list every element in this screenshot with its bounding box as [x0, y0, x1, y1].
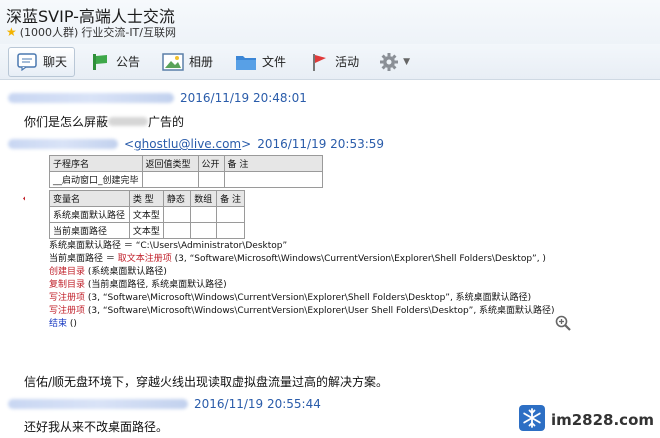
message-time: 2016/11/19 20:48:01 [180, 91, 307, 105]
code-text: (3, “Software\Microsoft\Windows\CurrentV… [85, 306, 555, 316]
code-keyword: 取文本注册项 [117, 254, 172, 264]
tab-announcement[interactable]: 公告 [81, 47, 148, 77]
message-text-part: 你们是怎么屏蔽 [24, 115, 109, 129]
group-toolbar: 聊天 公告 相册 文件 活动 ▼ [0, 44, 660, 80]
table-row: 系统桌面默认路径 文本型 [49, 206, 245, 223]
code-keyword: 创建目录 [49, 267, 86, 277]
snowflake-logo-icon [518, 405, 545, 434]
table-cell [190, 206, 218, 223]
tab-events[interactable]: 活动 [300, 47, 367, 77]
member-count: (1000人群) [19, 26, 79, 39]
table-header: 返回值类型 [141, 155, 199, 172]
code-text: (系统桌面默认路径) [85, 267, 167, 277]
message-sender-line: 2016/11/19 20:55:44 [8, 397, 321, 411]
flag-icon [308, 52, 330, 72]
table-cell: 当前桌面路径 [49, 222, 130, 239]
table-header: 数组 [190, 190, 218, 207]
message-image[interactable]: 子程序名 返回值类型 公开 备 注 __启动窗口_创建完毕 变量名 类 型 静态… [25, 152, 579, 408]
table-cell: 系统桌面默认路径 [49, 206, 130, 223]
table-cell [141, 171, 199, 188]
code-line: 复制目录 (当前桌面路径, 系统桌面默认路径) [49, 277, 227, 290]
tab-events-label: 活动 [335, 55, 360, 69]
code-text: (当前桌面路径, 系统桌面默认路径) [85, 280, 227, 290]
code-line: 系统桌面默认路径 ＝ “C:\Users\Administrator\Deskt… [49, 241, 288, 251]
message-time: 2016/11/19 20:55:44 [194, 397, 321, 411]
code-text: () [67, 319, 77, 329]
code-keyword: 复制目录 [49, 280, 86, 290]
zoom-icon[interactable] [555, 315, 571, 331]
table-cell: 文本型 [128, 222, 164, 239]
chat-header: 深蓝SVIP-高端人士交流 ★ (1000人群) 行业交流-IT/互联网 [0, 0, 660, 44]
photo-icon [162, 52, 184, 72]
table-header: 公开 [197, 155, 225, 172]
message-text: 信佑/顺无盘环境下，穿越火线出现读取虚拟盘流量过高的解决方案。 [24, 375, 389, 389]
email-close-bracket: > [241, 137, 252, 151]
watermark-text: im2828.com [550, 410, 654, 429]
group-category[interactable]: 行业交流-IT/互联网 [81, 24, 176, 40]
message-list[interactable]: 2016/11/19 20:48:01 你们是怎么屏蔽 广告的 <ghostlu@… [0, 81, 660, 438]
table-row: 当前桌面路径 文本型 [49, 222, 245, 239]
table-cell [197, 171, 225, 188]
chevron-down-icon: ▼ [403, 56, 410, 67]
table-cell [216, 206, 245, 223]
code-line: 创建目录 (系统桌面默认路径) [49, 264, 167, 277]
blurred-word [108, 117, 149, 126]
email-wrapper: <ghostlu@live.com> [124, 137, 251, 151]
code-line: 当前桌面路径 ＝ 取文本注册项 (3, “Software\Microsoft\… [49, 251, 546, 264]
code-keyword: 结束 [49, 319, 68, 329]
code-text: 当前桌面路径 ＝ [49, 254, 118, 264]
watermark: im2828.com [518, 405, 654, 434]
table-header: 静态 [162, 190, 192, 207]
tab-files-label: 文件 [262, 55, 287, 69]
code-line: 写注册项 (3, “Software\Microsoft\Windows\Cur… [49, 290, 531, 303]
table-cell: __启动窗口_创建完毕 [49, 171, 143, 188]
table-header: 类 型 [128, 190, 164, 207]
message-sender-line: <ghostlu@live.com> 2016/11/19 20:53:59 [8, 137, 384, 151]
group-info: ★ (1000人群) 行业交流-IT/互联网 [6, 24, 176, 40]
tab-chat-label: 聊天 [43, 55, 68, 69]
variable-table: 变量名 类 型 静态 数组 备 注 系统桌面默认路径 文本型 当前桌面路径 文本… [49, 190, 245, 239]
table-cell [190, 222, 218, 239]
code-text: (3, “Software\Microsoft\Windows\CurrentV… [171, 254, 546, 264]
message-sender-line: 2016/11/19 20:48:01 [8, 91, 307, 105]
gear-icon [378, 52, 400, 72]
code-keyword: 写注册项 [49, 293, 86, 303]
tab-chat[interactable]: 聊天 [8, 46, 76, 77]
table-header: 变量名 [49, 190, 130, 207]
announcement-icon [89, 52, 111, 72]
star-icon: ★ [6, 25, 17, 39]
table-cell [216, 222, 245, 239]
code-line: 结束 () [49, 316, 77, 329]
blurred-sender-name[interactable] [8, 399, 188, 409]
table-header: 子程序名 [49, 155, 143, 172]
folder-icon [235, 52, 257, 72]
message-text: 还好我从来不改桌面路径。 [24, 420, 169, 434]
tab-announcement-label: 公告 [116, 55, 141, 69]
table-header: 备 注 [216, 190, 245, 207]
settings-menu-button[interactable]: ▼ [373, 47, 415, 77]
sender-email-link[interactable]: ghostlu@live.com [134, 137, 241, 151]
email-open-bracket: < [124, 137, 135, 151]
code-keyword: 写注册项 [49, 306, 86, 316]
message-text-part-2: 广告的 [148, 115, 185, 129]
blurred-sender-name[interactable] [8, 139, 118, 149]
subroutine-table: 子程序名 返回值类型 公开 备 注 __启动窗口_创建完毕 [49, 155, 324, 188]
table-cell [162, 206, 192, 223]
message-time: 2016/11/19 20:53:59 [257, 137, 385, 151]
tab-album[interactable]: 相册 [154, 47, 221, 77]
message-text: 你们是怎么屏蔽 广告的 [24, 113, 184, 130]
table-cell [162, 222, 192, 239]
table-header: 备 注 [223, 155, 324, 172]
tab-album-label: 相册 [189, 55, 214, 69]
tab-files[interactable]: 文件 [227, 47, 294, 77]
code-text: (3, “Software\Microsoft\Windows\CurrentV… [85, 293, 532, 303]
table-cell: 文本型 [128, 206, 164, 223]
blurred-sender-name[interactable] [8, 93, 174, 103]
table-cell [223, 171, 324, 188]
chat-icon [16, 52, 38, 72]
code-line: 写注册项 (3, “Software\Microsoft\Windows\Cur… [49, 303, 555, 316]
